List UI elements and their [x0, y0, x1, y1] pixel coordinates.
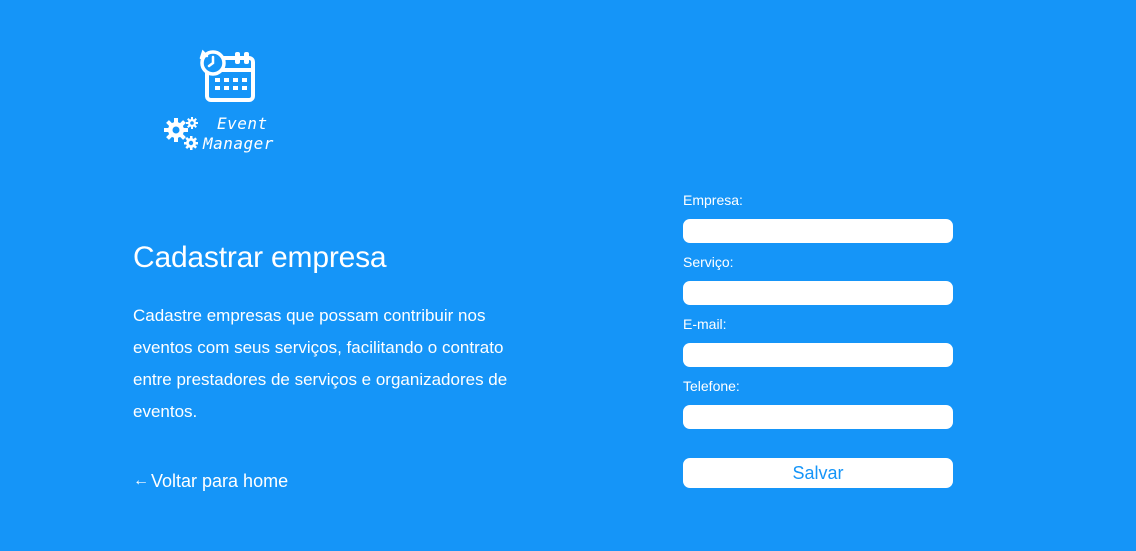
save-button[interactable]: Salvar [683, 458, 953, 488]
arrow-left-icon: ← [133, 472, 149, 489]
service-input[interactable] [683, 281, 953, 305]
gears-icon [164, 117, 198, 150]
company-label: Empresa: [683, 192, 743, 208]
calendar-clock-icon [199, 49, 255, 102]
phone-input[interactable] [683, 405, 953, 429]
phone-label: Telefone: [683, 378, 740, 394]
back-to-home-link[interactable]: ← Voltar para home [133, 468, 288, 494]
logo-text: Event Manager [203, 114, 274, 154]
service-label: Serviço: [683, 254, 734, 270]
back-to-home-label: Voltar para home [151, 471, 289, 491]
logo-text-line2: Manager [203, 134, 274, 153]
company-registration-form: Empresa: Serviço: E-mail: Telefone: Salv… [683, 190, 953, 488]
page-title: Cadastrar empresa [133, 241, 387, 274]
company-input[interactable] [683, 219, 953, 243]
page-description: Cadastre empresas que possam contribuir … [133, 306, 508, 421]
event-manager-logo: Event Manager [163, 48, 293, 160]
logo-text-line1: Event [217, 114, 268, 133]
email-input[interactable] [683, 343, 953, 367]
email-label: E-mail: [683, 316, 727, 332]
